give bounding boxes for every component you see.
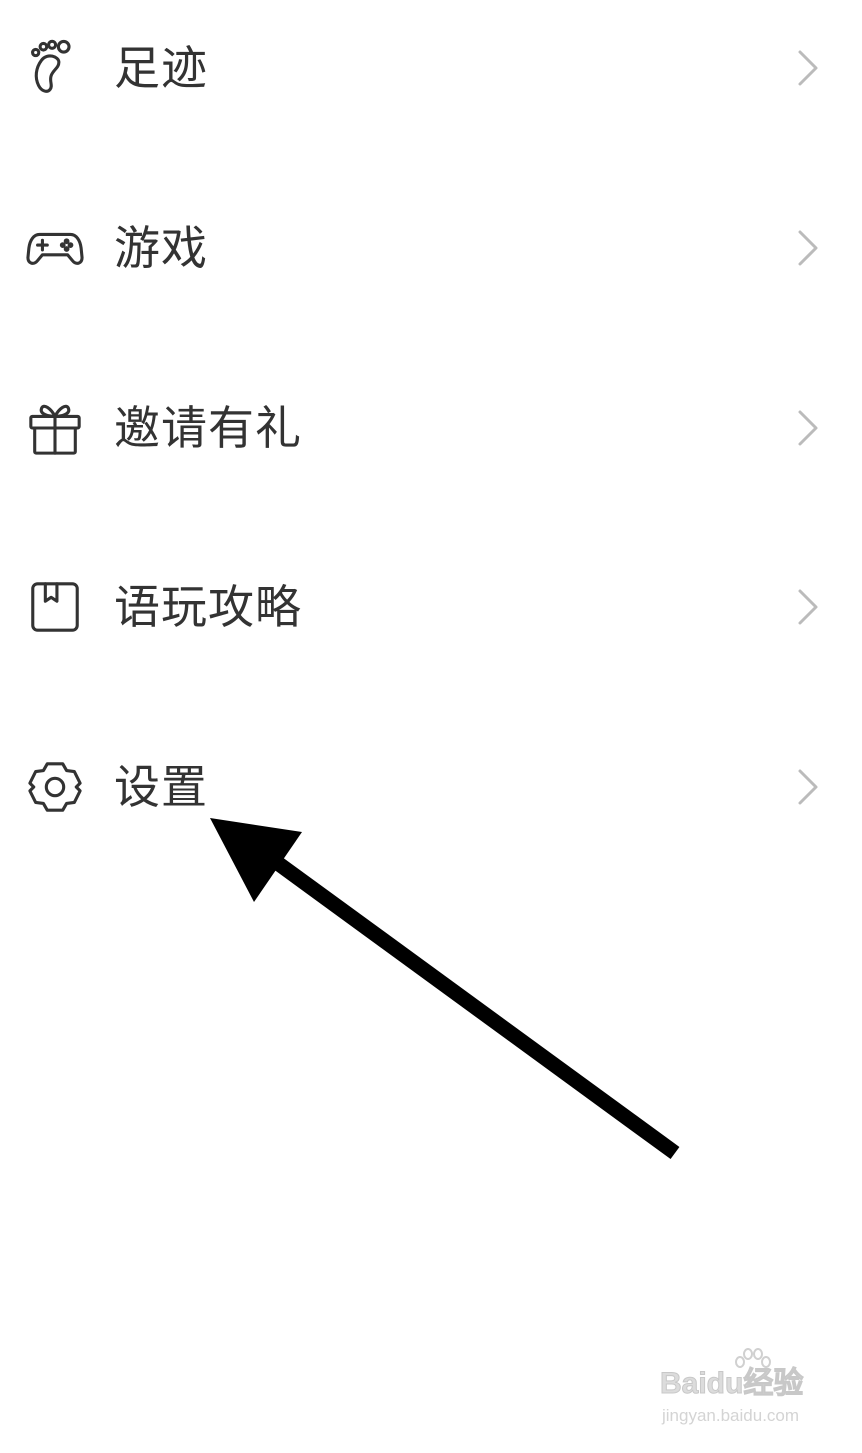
chevron-right-icon xyxy=(788,48,828,88)
chevron-right-icon xyxy=(788,408,828,448)
chevron-right-icon xyxy=(788,767,828,807)
gift-icon xyxy=(25,368,85,488)
menu-item-label: 邀请有礼 xyxy=(114,401,302,455)
guide-book-icon xyxy=(25,547,85,667)
menu-item-label: 足迹 xyxy=(114,41,208,95)
menu-item-invite-gift[interactable]: 邀请有礼 xyxy=(0,368,862,488)
gear-icon xyxy=(25,727,85,847)
menu-item-label: 语玩攻略 xyxy=(114,580,302,634)
menu-item-guide[interactable]: 语玩攻略 xyxy=(0,547,862,667)
footprint-icon xyxy=(25,8,85,128)
watermark-logo: Baidu经验 xyxy=(659,1367,804,1401)
chevron-right-icon xyxy=(788,587,828,627)
menu-item-label: 游戏 xyxy=(114,221,208,275)
gamepad-icon xyxy=(25,188,85,308)
menu-item-games[interactable]: 游戏 xyxy=(0,188,862,308)
menu-item-settings[interactable]: 设置 xyxy=(0,727,862,847)
chevron-right-icon xyxy=(788,228,828,268)
watermark-url: jingyan.baidu.com xyxy=(662,1406,800,1425)
menu-item-label: 设置 xyxy=(114,760,208,814)
menu-item-footprint[interactable]: 足迹 xyxy=(0,8,862,128)
watermark: Baidu经验 jingyan.baidu.com xyxy=(659,1348,850,1438)
